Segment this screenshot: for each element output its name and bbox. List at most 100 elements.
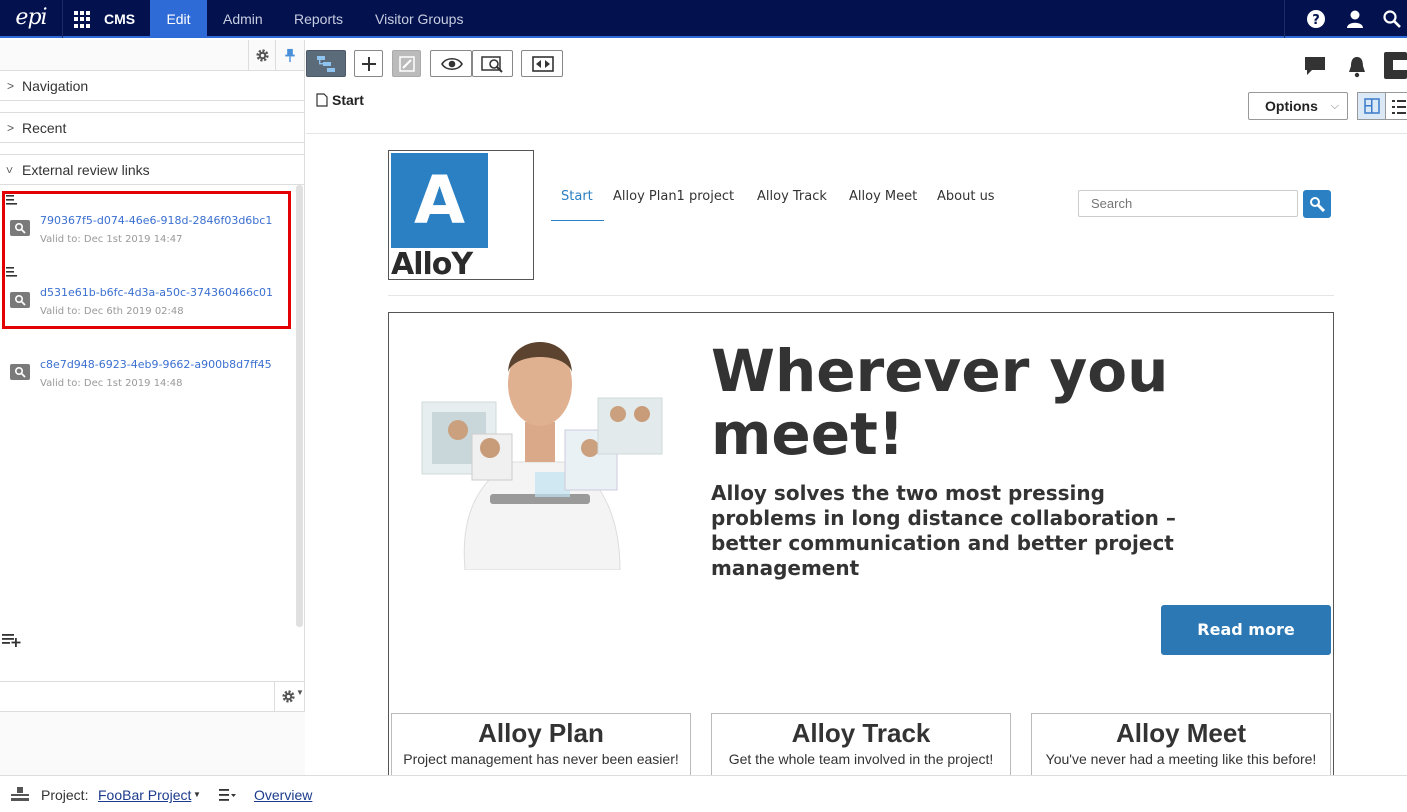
project-label: Project: [41,787,89,803]
notifications-bell-icon[interactable] [1347,56,1367,78]
site-nav-start[interactable]: Start [561,189,593,204]
edit-properties-button[interactable] [392,50,421,77]
product-card-track[interactable]: Alloy Track Get the whole team involved … [711,713,1011,775]
chevron-down-icon: > [2,166,17,174]
topbar-divider [1284,0,1285,38]
project-bar: Project: FooBar Project ▼ Overview [0,775,1407,812]
list-view-icon[interactable] [1392,99,1406,115]
gear-icon [282,690,295,703]
search-icon[interactable] [1382,9,1402,29]
preview-button[interactable] [430,50,472,77]
comments-icon[interactable] [1304,56,1326,76]
options-dropdown[interactable]: Options ⌵ [1248,92,1348,120]
assets-pane-toolbar: ▼ [0,681,305,712]
pane-toolbar [0,40,304,71]
card-title: Alloy Plan [478,718,604,748]
active-nav-underline [551,220,604,221]
card-title: Alloy Track [791,718,931,748]
overview-link[interactable]: Overview [254,787,312,803]
site-nav-about-us[interactable]: About us [937,189,995,204]
toggle-assets-pane-button[interactable] [1384,52,1407,79]
preview-icon[interactable] [10,364,30,380]
tab-visitor-groups[interactable]: Visitor Groups [359,0,479,38]
page-title: Start [332,92,364,108]
app-grid-icon[interactable] [74,11,91,28]
recent-section-header[interactable]: > Recent [0,113,304,143]
header-divider [388,295,1334,296]
add-content-button[interactable] [354,50,383,77]
view-mode-toggle [1357,92,1407,120]
alloy-logo[interactable]: A AlloY [388,150,534,282]
options-label: Options [1265,98,1318,114]
toolbar-divider [306,133,1407,134]
recent-section-label: Recent [22,120,67,136]
review-link-id[interactable]: c8e7d948-6923-4eb9-9662-a900b8d7ff45 [40,358,272,371]
user-icon[interactable] [1345,9,1365,29]
episerver-logo[interactable]: epi [0,0,63,38]
hero-description: Alloy solves the two most pressing probl… [711,481,1176,580]
search-icon [1310,197,1325,212]
chevron-right-icon: > [7,121,15,135]
hero-image [421,342,663,570]
site-search-input[interactable] [1078,190,1298,217]
card-subtitle: Project management has never been easier… [403,751,679,767]
gear-icon [256,49,269,62]
external-review-section-label: External review links [22,162,150,178]
card-title: Alloy Meet [1115,718,1247,748]
tab-reports[interactable]: Reports [278,0,359,38]
pane-icon [1393,60,1407,70]
project-selector[interactable]: FooBar Project [98,787,191,803]
navigation-section-header[interactable]: > Navigation [0,71,304,101]
section-spacer [0,143,304,155]
site-nav-alloy-plan[interactable]: Alloy Plan1 project [613,189,734,204]
layout-icon [1364,98,1380,114]
preview-search-icon [481,56,503,73]
review-link-item[interactable]: c8e7d948-6923-4eb9-9662-a900b8d7ff45 Val… [0,338,290,400]
read-more-button[interactable]: Read more [1161,605,1331,655]
alloy-logo-word: AlloY [391,247,473,282]
on-page-edit-view-button[interactable] [1358,93,1386,119]
alloy-logo-letter: A [391,153,488,248]
global-navigation-bar: epi CMS Edit Admin Reports Visitor Group… [0,0,1407,38]
site-search-button[interactable] [1303,190,1331,218]
add-review-link-icon[interactable] [2,632,22,648]
page-tree-icon [317,56,335,72]
help-icon[interactable]: ? [1306,9,1326,29]
pane-settings-button[interactable] [248,40,276,71]
section-spacer [0,101,304,113]
svg-text:?: ? [1312,13,1320,28]
product-card-meet[interactable]: Alloy Meet You've never had a meeting li… [1031,713,1331,775]
assets-settings-button[interactable]: ▼ [274,682,305,711]
pin-icon[interactable] [284,48,296,63]
assets-pane [0,712,305,775]
page-icon [316,93,328,107]
eye-icon [441,57,463,71]
chevron-right-icon: > [7,79,15,93]
plus-icon [362,57,376,71]
navigation-section-label: Navigation [22,78,89,94]
compare-icon [532,56,554,72]
card-subtitle: You've never had a meeting like this bef… [1045,751,1317,767]
site-nav-alloy-meet[interactable]: Alloy Meet [849,189,917,204]
edit-pencil-icon [399,56,415,72]
project-icon [11,787,29,801]
hero-title: Wherever you meet! [711,337,1169,468]
site-nav-alloy-track[interactable]: Alloy Track [757,189,827,204]
project-menu-icon[interactable] [219,789,237,801]
scrollbar[interactable] [296,185,303,627]
highlight-annotation [2,191,291,329]
navigation-pane: > Navigation > Recent > External review … [0,40,305,775]
card-subtitle: Get the whole team involved in the proje… [728,751,994,767]
caret-down-icon[interactable]: ▼ [193,790,201,799]
caret-down-icon: ▼ [296,688,304,697]
view-settings-button[interactable] [472,50,513,77]
chevron-down-icon: ⌵ [1330,100,1339,112]
external-review-section-header[interactable]: > External review links [0,155,304,185]
compare-button[interactable] [521,50,563,77]
product-card-plan[interactable]: Alloy Plan Project management has never … [391,713,691,775]
product-name[interactable]: CMS [104,0,135,38]
tab-admin[interactable]: Admin [207,0,279,38]
tab-edit[interactable]: Edit [150,0,207,38]
toggle-navigation-pane-button[interactable] [306,50,346,77]
review-link-validity: Valid to: Dec 1st 2019 14:48 [40,378,183,389]
